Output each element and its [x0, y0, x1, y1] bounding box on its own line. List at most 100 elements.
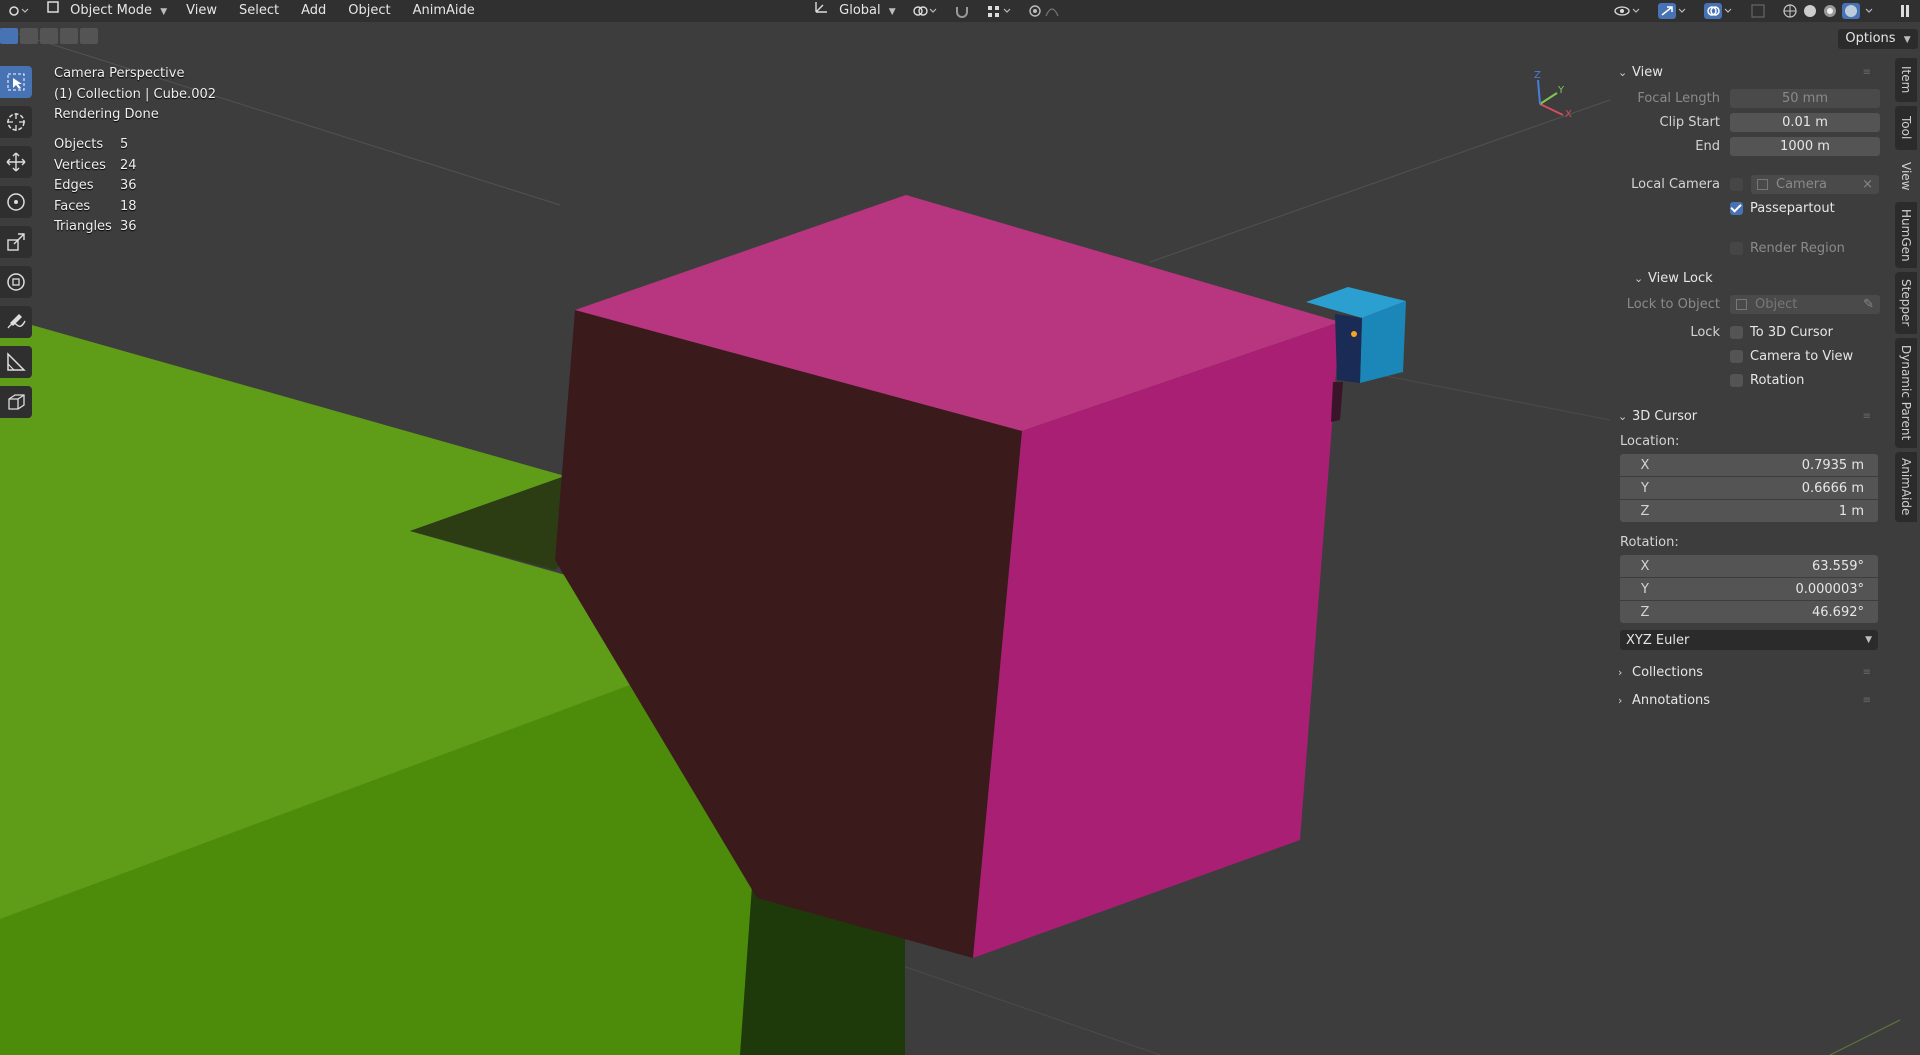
- gizmo-toggle-icon[interactable]: [1650, 0, 1696, 22]
- orientation-selector[interactable]: Global ▼: [805, 0, 904, 22]
- tab-view[interactable]: View: [1895, 154, 1917, 198]
- clear-icon[interactable]: ×: [1862, 175, 1873, 194]
- tab-tool-label: Tool: [1899, 116, 1913, 140]
- stat-row: Objects 5: [54, 135, 137, 156]
- annotations-panel-header[interactable]: › Annotations ≡: [1610, 686, 1880, 714]
- editor-type-icon[interactable]: [0, 0, 38, 22]
- cursor-tool-icon[interactable]: [0, 106, 32, 138]
- rotation-mode-dropdown[interactable]: XYZ Euler ▼: [1620, 630, 1878, 650]
- clip-start-label: Clip Start: [1659, 114, 1720, 130]
- passepartout-row: Passepartout: [1610, 196, 1880, 220]
- select-subtract-icon[interactable]: [40, 28, 58, 44]
- cyan-cube-side[interactable]: [1335, 314, 1362, 383]
- to-3d-cursor-checkbox[interactable]: [1730, 325, 1743, 339]
- move-tool-icon[interactable]: [0, 146, 32, 178]
- axis-value: 0.000003°: [1795, 581, 1864, 597]
- rotation-y-field[interactable]: Y 0.000003°: [1620, 578, 1878, 600]
- scale-tool-icon[interactable]: [0, 226, 32, 258]
- location-x-field[interactable]: X 0.7935 m: [1620, 454, 1878, 476]
- rotation-lock-checkbox[interactable]: [1730, 373, 1743, 387]
- tab-animaide[interactable]: AnimAide: [1895, 452, 1917, 522]
- viewport-info-overlay: Camera Perspective (1) Collection | Cube…: [54, 64, 216, 126]
- menu-select[interactable]: Select: [228, 0, 290, 22]
- orientation-icon: [813, 0, 829, 14]
- add-cube-tool-icon[interactable]: [0, 386, 32, 418]
- snap-target-icon[interactable]: [978, 0, 1020, 22]
- chevron-down-icon: ⌄: [1618, 65, 1628, 79]
- tab-dynamic-parent[interactable]: Dynamic Parent: [1895, 338, 1917, 448]
- location-z-field[interactable]: Z 1 m: [1620, 500, 1878, 522]
- select-box-tool-icon[interactable]: [0, 66, 32, 98]
- clip-start-field[interactable]: 0.01 m: [1730, 112, 1880, 132]
- tab-stepper[interactable]: Stepper: [1895, 272, 1917, 334]
- overlays-icon[interactable]: [1696, 0, 1742, 22]
- tab-tool[interactable]: Tool: [1895, 106, 1917, 150]
- view-lock-header[interactable]: ⌄ View Lock: [1610, 264, 1880, 292]
- stat-value: 18: [120, 198, 137, 214]
- stat-value: 5: [120, 137, 129, 152]
- location-y-field[interactable]: Y 0.6666 m: [1620, 477, 1878, 499]
- axis-value: 63.559°: [1812, 558, 1864, 574]
- stat-row: Edges 36: [54, 176, 137, 197]
- eyedropper-icon[interactable]: ✎: [1863, 295, 1874, 314]
- select-intersect-icon[interactable]: [80, 28, 98, 44]
- camera-icon: [1757, 178, 1768, 190]
- local-camera-row: Local Camera Camera ×: [1610, 172, 1880, 196]
- active-object-text: (1) Collection | Cube.002: [54, 86, 217, 102]
- drag-handle-icon[interactable]: ≡: [1863, 411, 1872, 422]
- proportional-editing-icon[interactable]: [1020, 0, 1070, 22]
- passepartout-checkbox[interactable]: [1730, 201, 1743, 215]
- lock-to-object-field[interactable]: Object ✎: [1730, 294, 1880, 314]
- rotation-x-field[interactable]: X 63.559°: [1620, 555, 1878, 577]
- annotate-tool-icon[interactable]: [0, 306, 32, 338]
- viewport-display-controls: [1606, 0, 1920, 22]
- shading-modes-icon[interactable]: [1774, 0, 1890, 22]
- pause-icon[interactable]: [1890, 0, 1920, 22]
- pivot-point-icon[interactable]: [904, 0, 946, 22]
- gizmo-x-label: X: [1565, 109, 1572, 120]
- collections-panel-title: Collections: [1632, 664, 1704, 680]
- local-camera-field[interactable]: Camera ×: [1751, 174, 1879, 194]
- select-new-icon[interactable]: [0, 28, 18, 44]
- local-camera-checkbox[interactable]: [1730, 177, 1743, 191]
- menu-object[interactable]: Object: [337, 0, 401, 22]
- select-invert-icon[interactable]: [60, 28, 78, 44]
- rotate-tool-icon[interactable]: [0, 186, 32, 218]
- menu-view[interactable]: View: [175, 0, 228, 22]
- axis-label: X: [1640, 457, 1650, 473]
- camera-to-view-checkbox[interactable]: [1730, 349, 1743, 363]
- transform-tool-icon[interactable]: [0, 266, 32, 298]
- view-panel-title: View: [1632, 64, 1663, 80]
- 3d-cursor-panel-title: 3D Cursor: [1632, 408, 1698, 424]
- axis-label: Y: [1641, 581, 1649, 597]
- drag-handle-icon[interactable]: ≡: [1863, 695, 1872, 706]
- focal-length-field[interactable]: 50 mm: [1730, 88, 1880, 108]
- rotation-z-field[interactable]: Z 46.692°: [1620, 601, 1878, 623]
- menu-animaide[interactable]: AnimAide: [402, 0, 486, 22]
- sidebar-tabs: Item Tool View HumGen Stepper Dynamic Pa…: [1895, 58, 1920, 526]
- collections-panel-header[interactable]: › Collections ≡: [1610, 658, 1880, 686]
- visibility-icon[interactable]: [1606, 0, 1650, 22]
- snap-icon[interactable]: [946, 0, 978, 22]
- select-extend-icon[interactable]: [20, 28, 38, 44]
- view-lock-title: View Lock: [1648, 270, 1713, 286]
- view-panel-header[interactable]: ⌄ View ≡: [1610, 58, 1880, 86]
- drag-handle-icon[interactable]: ≡: [1863, 67, 1872, 78]
- options-button[interactable]: Options ▼: [1838, 29, 1918, 49]
- axis-value: 0.6666 m: [1801, 480, 1864, 496]
- stat-label: Faces: [54, 198, 91, 214]
- 3d-cursor-panel-header[interactable]: ⌄ 3D Cursor ≡: [1610, 402, 1880, 430]
- stat-value: 36: [120, 219, 137, 234]
- mode-selector[interactable]: Object Mode ▼: [38, 0, 175, 22]
- axis-label: X: [1640, 558, 1650, 574]
- tab-humgen[interactable]: HumGen: [1895, 202, 1917, 268]
- tab-item[interactable]: Item: [1895, 58, 1917, 102]
- xray-icon[interactable]: [1742, 0, 1774, 22]
- menu-add[interactable]: Add: [290, 0, 337, 22]
- clip-end-field[interactable]: 1000 m: [1730, 136, 1880, 156]
- measure-tool-icon[interactable]: [0, 346, 32, 378]
- drag-handle-icon[interactable]: ≡: [1863, 667, 1872, 678]
- rotation-vector: X 63.559° Y 0.000003° Z 46.692°: [1620, 555, 1878, 623]
- rotation-lock-row: Rotation: [1610, 368, 1880, 392]
- render-region-checkbox[interactable]: [1730, 241, 1743, 255]
